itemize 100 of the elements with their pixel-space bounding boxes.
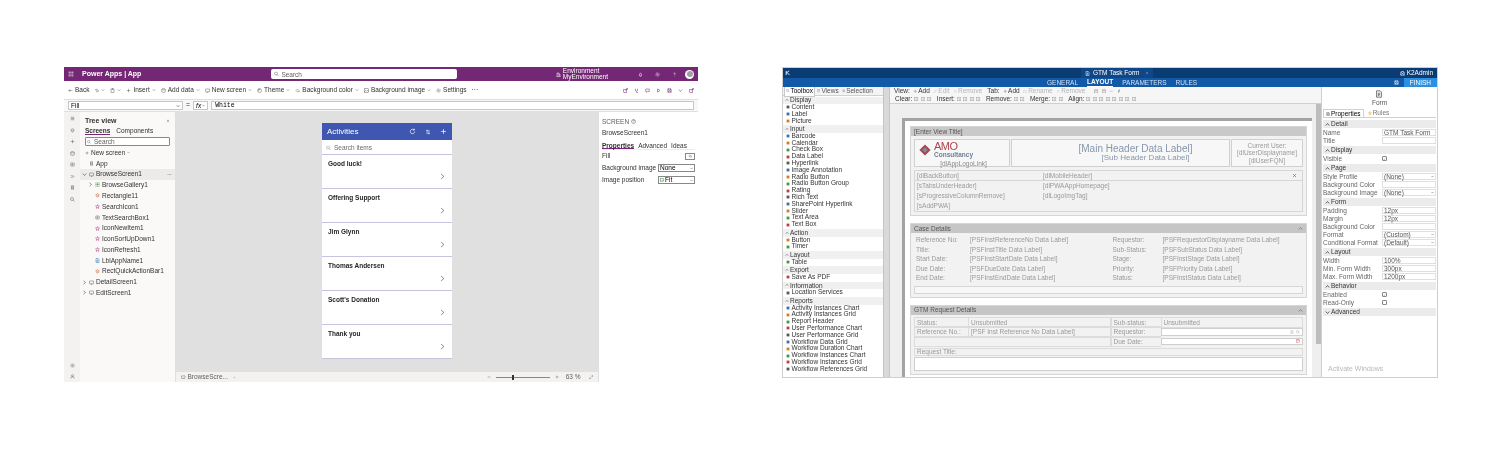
- shape-icon: [95, 268, 100, 274]
- layout-tool-icon[interactable]: [1020, 96, 1025, 102]
- caret-up-icon[interactable]: [1298, 226, 1303, 231]
- save-icon[interactable]: [667, 87, 672, 93]
- square-icon: [786, 237, 790, 242]
- menu-icon[interactable]: [69, 116, 75, 121]
- text-area[interactable]: [914, 357, 1303, 371]
- layout-tool-icon[interactable]: [1118, 96, 1124, 102]
- close-icon[interactable]: [166, 119, 170, 123]
- input-field[interactable]: [1382, 180, 1436, 189]
- square-icon: [786, 161, 790, 166]
- layout-tool-icon[interactable]: [956, 96, 962, 102]
- layout-tool-icon[interactable]: [1013, 96, 1019, 102]
- layout-tool-icon[interactable]: [969, 96, 975, 102]
- function-icon[interactable]: [1116, 88, 1122, 94]
- layout-tool-icon[interactable]: [1105, 96, 1111, 102]
- layers-icon[interactable]: [69, 127, 75, 133]
- chevron-icon[interactable]: [439, 342, 446, 350]
- calendar-icon: [1296, 339, 1300, 344]
- back-arrow-icon: [68, 87, 73, 93]
- screen-icon: [204, 87, 210, 93]
- media-icon[interactable]: [69, 162, 75, 167]
- sort-icon[interactable]: [425, 128, 431, 135]
- screen-icon: [181, 374, 186, 380]
- form-icon: [1085, 70, 1090, 76]
- clipboard-button[interactable]: [110, 87, 122, 93]
- layout-tool-icon[interactable]: [914, 96, 919, 102]
- chevron-icon[interactable]: [439, 274, 446, 282]
- main-header-label: [Main Header Data Label]: [1077, 143, 1193, 155]
- square-icon: [786, 154, 790, 159]
- settings-icon[interactable]: [69, 362, 75, 368]
- check-icon: [1383, 156, 1386, 161]
- plus-icon[interactable]: [69, 139, 75, 144]
- expand-icon[interactable]: [588, 374, 593, 380]
- scrollbar[interactable]: [1316, 104, 1321, 344]
- caret-up-icon[interactable]: [1298, 307, 1303, 313]
- clipboard-icon: [110, 87, 116, 93]
- avatar[interactable]: [685, 69, 694, 79]
- square-icon: [786, 367, 790, 372]
- stethoscope-icon[interactable]: [634, 87, 639, 93]
- layout-tool-icon[interactable]: [1052, 96, 1057, 102]
- search-icon[interactable]: [69, 196, 75, 202]
- comment-icon[interactable]: [645, 87, 650, 93]
- layout-tool-icon[interactable]: [1086, 96, 1091, 102]
- help-icon[interactable]: [631, 119, 637, 125]
- chevron-right-icon[interactable]: [88, 182, 93, 188]
- chevron-icon[interactable]: [439, 172, 446, 180]
- variables-icon[interactable]: [69, 185, 75, 190]
- refresh-icon[interactable]: [409, 128, 416, 135]
- square-icon: [786, 168, 790, 173]
- undo-button[interactable]: [94, 87, 106, 93]
- person-icon[interactable]: [69, 374, 75, 379]
- plus-icon: [1002, 88, 1008, 94]
- checkbox[interactable]: [1382, 300, 1387, 306]
- checkbox[interactable]: [1382, 292, 1387, 298]
- caret-icon[interactable]: [678, 87, 683, 93]
- plus-icon: [126, 87, 132, 93]
- splitter[interactable]: [883, 87, 890, 377]
- bell-icon[interactable]: [638, 71, 643, 77]
- delete-icon[interactable]: [1292, 173, 1297, 179]
- share-icon[interactable]: [623, 87, 628, 93]
- square-icon: [786, 346, 790, 351]
- chevron-icon[interactable]: [439, 206, 446, 214]
- star-icon: [95, 204, 100, 210]
- table-icon[interactable]: [1094, 88, 1099, 94]
- lookup-field[interactable]: [1160, 328, 1303, 336]
- layout-tool-icon[interactable]: [1092, 96, 1098, 102]
- layout-tool-icon[interactable]: [920, 96, 926, 102]
- caret-icon: [690, 166, 693, 170]
- layout-tool-icon[interactable]: [1112, 96, 1117, 102]
- chevron-right-icon[interactable]: [82, 279, 87, 285]
- table-icon[interactable]: [1101, 88, 1107, 94]
- layout-tool-icon[interactable]: [927, 96, 932, 102]
- chevron-icon[interactable]: [439, 308, 446, 316]
- color-picker-button[interactable]: [685, 152, 695, 160]
- line-icon[interactable]: [1109, 88, 1114, 94]
- date-field[interactable]: [1160, 337, 1303, 346]
- publish-icon[interactable]: [689, 87, 694, 93]
- input-field[interactable]: [1382, 136, 1436, 145]
- user-icon: [1399, 70, 1405, 76]
- checkbox[interactable]: [1382, 156, 1387, 162]
- sub-header-label: [Sub Header Data Label]: [1101, 154, 1190, 163]
- chevrons-icon[interactable]: [69, 173, 75, 179]
- layout-tool-icon[interactable]: [1125, 96, 1130, 102]
- square-icon: [786, 326, 790, 331]
- chevron-right-icon[interactable]: [82, 290, 87, 296]
- layout-tool-icon[interactable]: [1099, 96, 1104, 102]
- layout-tool-icon[interactable]: [963, 96, 968, 102]
- square-icon: [786, 319, 790, 324]
- play-icon[interactable]: [656, 87, 661, 93]
- chevron-icon[interactable]: [439, 240, 446, 248]
- shape-icon: [95, 193, 100, 199]
- database-icon[interactable]: [69, 150, 75, 156]
- input-field[interactable]: [1382, 222, 1436, 231]
- caret-down-icon[interactable]: [82, 171, 87, 177]
- grid-icon[interactable]: [68, 71, 74, 77]
- layout-tool-icon[interactable]: [976, 96, 981, 102]
- layout-tool-icon[interactable]: [1058, 96, 1064, 102]
- layout-tool-icon[interactable]: [1131, 96, 1137, 102]
- square-icon: [786, 312, 790, 317]
